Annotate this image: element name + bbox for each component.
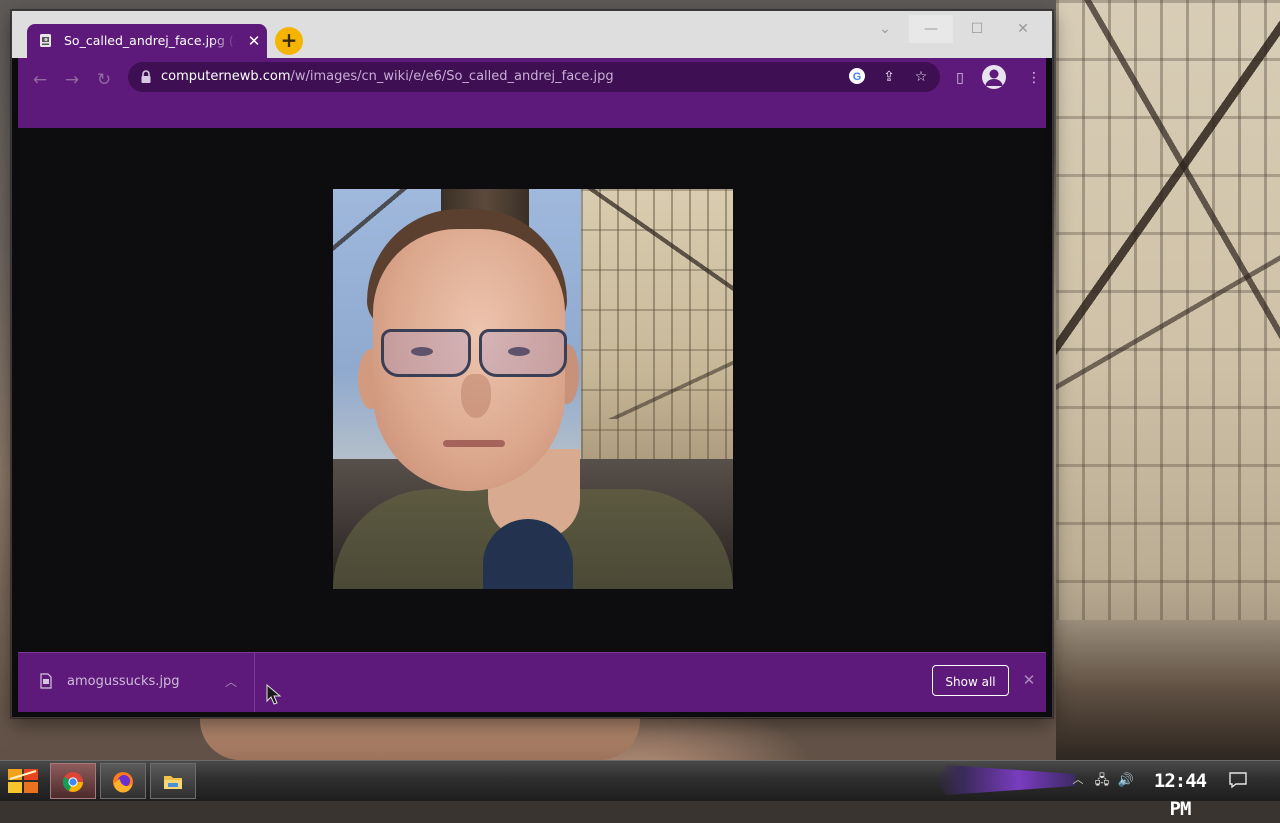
tab-image[interactable]: So_called_andrej_face.jpg (400×400) ✕ bbox=[27, 24, 267, 58]
wallpaper-ledge bbox=[1056, 620, 1280, 760]
download-filename: amogussucks.jpg bbox=[67, 674, 180, 689]
file-icon bbox=[40, 673, 52, 689]
profile-avatar-icon[interactable] bbox=[982, 65, 1006, 89]
tab-search-chevron-icon[interactable]: ⌄ bbox=[868, 15, 902, 43]
browser-menu-icon[interactable]: ⋮ bbox=[1022, 66, 1046, 90]
person-icon bbox=[985, 69, 1003, 86]
taskbar-chrome-button[interactable] bbox=[50, 763, 96, 799]
page-viewport bbox=[18, 128, 1046, 652]
displayed-image[interactable] bbox=[333, 189, 733, 589]
browser-window: So_called_andrej_face.jpg (400×400) ✕ + … bbox=[11, 10, 1053, 718]
start-button-icon[interactable] bbox=[6, 765, 40, 797]
tab-strip: So_called_andrej_face.jpg (400×400) ✕ + … bbox=[12, 11, 1052, 58]
minimize-button[interactable]: — bbox=[909, 15, 953, 43]
close-window-button[interactable]: ✕ bbox=[1001, 15, 1045, 43]
network-icon[interactable]: 🖧 bbox=[1092, 771, 1112, 791]
google-g-letter: G bbox=[853, 71, 862, 83]
tab-close-icon[interactable]: ✕ bbox=[245, 32, 263, 50]
download-item[interactable]: amogussucks.jpg ︿ bbox=[18, 653, 255, 712]
reload-button[interactable]: ↻ bbox=[90, 66, 118, 94]
photo-glasses-left-lens bbox=[381, 329, 471, 377]
show-all-button[interactable]: Show all bbox=[932, 665, 1009, 696]
lock-icon bbox=[141, 70, 151, 83]
folder-icon bbox=[164, 776, 182, 789]
taskbar-file-explorer-button[interactable] bbox=[150, 763, 196, 799]
taskbar-firefox-button[interactable] bbox=[100, 763, 146, 799]
address-bar[interactable]: computernewb.com/w/images/cn_wiki/e/e6/S… bbox=[128, 62, 940, 92]
photo-mouth bbox=[443, 440, 505, 447]
photo-glasses-right-lens bbox=[479, 329, 567, 377]
close-shelf-icon[interactable]: ✕ bbox=[1018, 669, 1040, 691]
google-lens-icon[interactable]: G bbox=[847, 67, 867, 87]
wallpaper-chin bbox=[200, 712, 640, 760]
url-text[interactable]: computernewb.com/w/images/cn_wiki/e/e6/S… bbox=[161, 68, 614, 86]
url-path: /w/images/cn_wiki/e/e6/So_called_andrej_… bbox=[290, 69, 614, 84]
tab-title: So_called_andrej_face.jpg (400×400) bbox=[64, 33, 236, 48]
taskbar: ︿ 🖧 🔊 12:44 PM bbox=[0, 760, 1280, 820]
url-host: computernewb.com bbox=[161, 69, 291, 84]
photo-nose bbox=[461, 374, 491, 418]
taskbar-clock[interactable]: 12:44 PM bbox=[1140, 767, 1220, 820]
back-button[interactable]: ← bbox=[26, 66, 54, 94]
side-panel-icon[interactable]: ▯ bbox=[948, 66, 972, 90]
bookmark-star-icon[interactable]: ☆ bbox=[911, 67, 931, 87]
forward-button[interactable]: → bbox=[58, 66, 86, 94]
download-shelf: amogussucks.jpg ︿ Show all ✕ bbox=[18, 652, 1046, 712]
maximize-button[interactable]: ☐ bbox=[955, 15, 999, 43]
firefox-icon bbox=[113, 772, 133, 793]
browser-toolbar: ← → ↻ computernewb.com/w/images/cn_wiki/… bbox=[18, 58, 1046, 128]
volume-icon[interactable]: 🔊 bbox=[1116, 771, 1136, 791]
page-favicon-icon bbox=[40, 34, 51, 47]
mouse-cursor-icon bbox=[266, 684, 282, 705]
share-icon[interactable]: ⇪ bbox=[879, 67, 899, 87]
new-tab-button[interactable]: + bbox=[275, 27, 303, 55]
tray-expand-icon[interactable]: ︿ bbox=[1071, 771, 1085, 789]
chrome-icon bbox=[63, 772, 83, 792]
tray-decoration bbox=[935, 765, 1075, 795]
notification-center-icon[interactable] bbox=[1228, 771, 1248, 789]
wallpaper-tree-branches bbox=[1056, 0, 1280, 420]
chevron-up-icon[interactable]: ︿ bbox=[222, 673, 240, 691]
google-g-icon: G bbox=[849, 68, 865, 84]
